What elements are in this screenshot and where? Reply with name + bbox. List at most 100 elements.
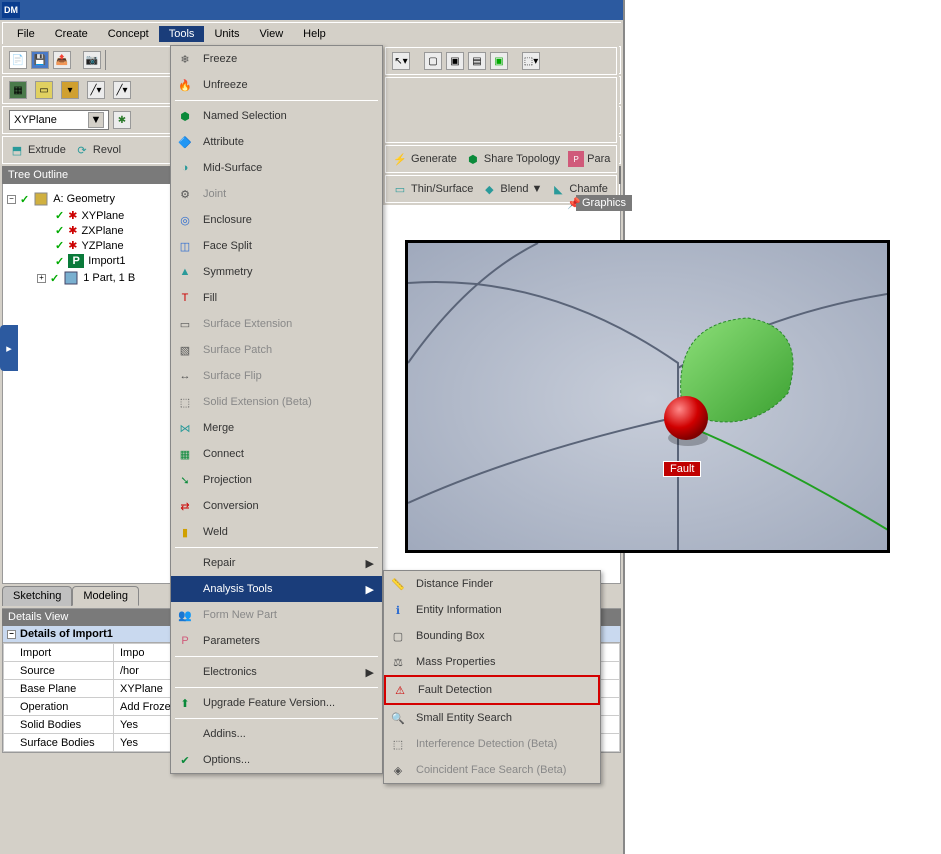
expand-icon[interactable]: − <box>7 195 16 204</box>
menu-item-upgrade-feature-version-[interactable]: ⬆Upgrade Feature Version... <box>171 690 382 716</box>
geometry-icon <box>33 191 49 207</box>
menu-separator <box>175 687 378 688</box>
menu-item-label: Parameters <box>203 635 260 647</box>
parameters-button[interactable]: P Para <box>568 151 610 167</box>
distance-icon: 📏 <box>388 575 408 593</box>
thin-surface-button[interactable]: ▭ Thin/Surface <box>392 181 473 197</box>
cube-dropdown-icon[interactable]: ⬚▾ <box>522 52 540 70</box>
submenu-item-distance-finder[interactable]: 📏Distance Finder <box>384 571 600 597</box>
submenu-arrow-icon: ▶ <box>366 583 374 596</box>
box-select-icon[interactable]: ▭ <box>35 81 53 99</box>
submenu-item-entity-information[interactable]: ℹEntity Information <box>384 597 600 623</box>
submenu-item-fault-detection[interactable]: ⚠ Fault Detection <box>384 675 600 705</box>
details-key: Surface Bodies <box>4 734 114 752</box>
surfflip-icon: ↔ <box>175 367 195 385</box>
revolve-button[interactable]: ⟳ Revol <box>74 142 121 158</box>
new-icon[interactable]: 📄 <box>9 51 27 69</box>
menu-item-label: Fault Detection <box>418 684 492 696</box>
analysis-tools-submenu: 📏Distance FinderℹEntity Information▢Boun… <box>383 570 601 784</box>
collapse-icon[interactable]: − <box>7 630 16 639</box>
pin-icon[interactable]: 📌 <box>567 197 581 210</box>
menu-item-face-split[interactable]: ◫Face Split <box>171 233 382 259</box>
ribbon-right-1: ⚡ Generate ⬢ Share Topology P Para <box>385 145 617 173</box>
blank-icon <box>175 580 195 598</box>
menu-concept[interactable]: Concept <box>98 26 159 42</box>
part-icon <box>63 270 79 286</box>
solidext-icon: ⬚ <box>175 393 195 411</box>
weld-icon: ▮ <box>175 523 195 541</box>
plane-dropdown[interactable]: XYPlane ▼ <box>9 110 109 130</box>
tab-sketching[interactable]: Sketching <box>2 586 72 606</box>
menu-item-symmetry[interactable]: ▲ Symmetry <box>171 259 382 285</box>
menu-item-fill[interactable]: TFill <box>171 285 382 311</box>
new-plane-icon[interactable]: ✱ <box>113 111 131 129</box>
menu-item-projection[interactable]: ➘Projection <box>171 467 382 493</box>
menu-help[interactable]: Help <box>293 26 336 42</box>
submenu-item-small-entity-search[interactable]: 🔍Small Entity Search <box>384 705 600 731</box>
graphics-viewport[interactable]: Fault <box>405 240 890 553</box>
menu-item-connect[interactable]: ▦Connect <box>171 441 382 467</box>
blank-icon <box>175 725 195 743</box>
menu-item-electronics[interactable]: Electronics▶ <box>171 659 382 685</box>
select-mode-icon[interactable]: ▦ <box>9 81 27 99</box>
menu-item-unfreeze[interactable]: 🔥Unfreeze <box>171 72 382 98</box>
menu-item-options-[interactable]: ✔Options... <box>171 747 382 773</box>
color-icon[interactable]: ▾ <box>61 81 79 99</box>
chevron-down-icon: ▼ <box>532 183 543 195</box>
share-topology-button[interactable]: ⬢ Share Topology <box>465 151 560 167</box>
menu-item-label: Solid Extension (Beta) <box>203 396 312 408</box>
box4-icon[interactable]: ▣ <box>490 52 508 70</box>
menu-item-label: Named Selection <box>203 110 287 122</box>
side-grip[interactable]: ▸ <box>0 325 18 371</box>
menu-tools[interactable]: Tools <box>159 26 205 42</box>
params-icon: P <box>175 632 195 650</box>
menu-item-label: Connect <box>203 448 244 460</box>
menu-item-analysis-tools[interactable]: Analysis Tools▶ <box>171 576 382 602</box>
fault-icon: ⚠ <box>390 681 410 699</box>
submenu-item-mass-properties[interactable]: ⚖Mass Properties <box>384 649 600 675</box>
symmetry-icon: ▲ <box>175 263 195 281</box>
menu-item-conversion[interactable]: ⇄Conversion <box>171 493 382 519</box>
chevron-down-icon[interactable]: ▼ <box>88 112 104 128</box>
menubar[interactable]: File Create Concept Tools Units View Hel… <box>2 22 621 44</box>
menu-item-parameters[interactable]: P Parameters <box>171 628 382 654</box>
menu-item-label: Symmetry <box>203 266 253 278</box>
menu-item-named-selection[interactable]: ⬢Named Selection <box>171 103 382 129</box>
surfpatch-icon: ▧ <box>175 341 195 359</box>
menu-units[interactable]: Units <box>204 26 249 42</box>
generate-button[interactable]: ⚡ Generate <box>392 151 457 167</box>
menu-item-freeze[interactable]: ❄Freeze <box>171 46 382 72</box>
blend-button[interactable]: ◆ Blend ▼ <box>481 181 542 197</box>
box1-icon[interactable]: ▢ <box>424 52 442 70</box>
menu-item-merge[interactable]: ⋈Merge <box>171 415 382 441</box>
menu-view[interactable]: View <box>250 26 294 42</box>
menu-create[interactable]: Create <box>45 26 98 42</box>
expand-icon[interactable]: + <box>37 274 46 283</box>
camera-icon[interactable]: 📷 <box>83 51 101 69</box>
extrude-button[interactable]: ⬒ Extrude <box>9 142 66 158</box>
box3-icon[interactable]: ▤ <box>468 52 486 70</box>
menu-item-mid-surface[interactable]: ◑Mid-Surface <box>171 155 382 181</box>
menu-separator <box>175 547 378 548</box>
menu-item-addins-[interactable]: Addins... <box>171 721 382 747</box>
box2-icon[interactable]: ▣ <box>446 52 464 70</box>
menu-item-enclosure[interactable]: ◎ Enclosure <box>171 207 382 233</box>
menu-item-label: Merge <box>203 422 234 434</box>
menu-item-label: Enclosure <box>203 214 252 226</box>
tab-modeling[interactable]: Modeling <box>72 586 139 606</box>
menu-file[interactable]: File <box>7 26 45 42</box>
menu-item-weld[interactable]: ▮Weld <box>171 519 382 545</box>
save-icon[interactable]: 💾 <box>31 51 49 69</box>
enclosure-icon: ◎ <box>175 211 195 229</box>
unfreeze-icon: 🔥 <box>175 76 195 94</box>
cursor-icon[interactable]: ↖▾ <box>392 52 410 70</box>
submenu-item-bounding-box[interactable]: ▢Bounding Box <box>384 623 600 649</box>
export-icon[interactable]: 📤 <box>53 51 71 69</box>
line-icon[interactable]: ╱▾ <box>87 81 105 99</box>
line2-icon[interactable]: ╱▾ <box>113 81 131 99</box>
share-topology-icon: ⬢ <box>465 151 481 167</box>
plane-icon: ✱ <box>68 224 77 237</box>
menu-item-label: Fill <box>203 292 217 304</box>
menu-item-attribute[interactable]: 🔷Attribute <box>171 129 382 155</box>
menu-item-repair[interactable]: Repair▶ <box>171 550 382 576</box>
